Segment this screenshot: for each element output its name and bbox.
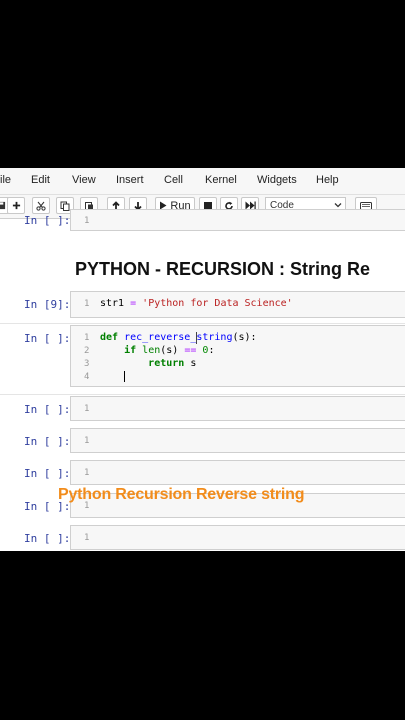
cell-divider [0,323,405,324]
menu-help[interactable]: Help [316,174,339,186]
code-cell-input[interactable] [70,525,405,550]
code-cell-input[interactable] [70,396,405,421]
menu-view[interactable]: View [72,174,96,186]
mouse-ibeam-cursor [196,332,197,344]
copy-icon [60,201,70,211]
cell-prompt: In [ ]: [24,332,71,345]
menubar: ile Edit View Insert Cell Kernel Widgets… [0,168,405,195]
cell-prompt: In [ ]: [24,467,71,480]
line-number: 2 [84,346,90,356]
chevron-down-icon [334,203,342,208]
line-number: 1 [84,533,90,543]
menu-insert[interactable]: Insert [116,174,144,186]
menu-kernel[interactable]: Kernel [205,174,237,186]
cell-prompt: In [ ]: [24,214,71,227]
code-cell-input[interactable] [70,209,405,231]
code-cell-input[interactable] [70,428,405,453]
cell-prompt: In [ ]: [24,403,71,416]
text-cursor [124,371,125,382]
code-line: return s [148,358,197,369]
markdown-heading: PYTHON - RECURSION : String Re [75,259,371,279]
code-line: if len(s) == 0: [124,345,215,356]
menu-file[interactable]: ile [0,174,11,186]
insert-cell-button[interactable] [7,197,25,214]
line-number: 1 [84,436,90,446]
line-number: 1 [84,299,90,309]
cell-prompt: In [ ]: [24,435,71,448]
line-number: 1 [84,404,90,414]
video-caption: Python Recursion Reverse string [58,486,305,503]
save-icon [0,201,5,210]
cell-divider [0,394,405,395]
scissors-icon [36,201,46,211]
code-line: def rec_reverse_string(s): [100,332,257,343]
line-number: 1 [84,216,90,226]
menu-widgets[interactable]: Widgets [257,174,297,186]
plus-icon [12,201,20,210]
line-number: 3 [84,359,90,369]
code-cell-input[interactable] [70,460,405,485]
cut-button[interactable] [32,197,50,214]
code-line: str1 = 'Python for Data Science' [100,298,293,309]
line-number: 4 [84,372,90,382]
cell-prompt: In [ ]: [24,532,71,545]
menu-cell[interactable]: Cell [164,174,183,186]
menu-edit[interactable]: Edit [31,174,50,186]
cell-prompt: In [9]: [24,298,71,311]
line-number: 1 [84,468,90,478]
line-number: 1 [84,333,90,343]
